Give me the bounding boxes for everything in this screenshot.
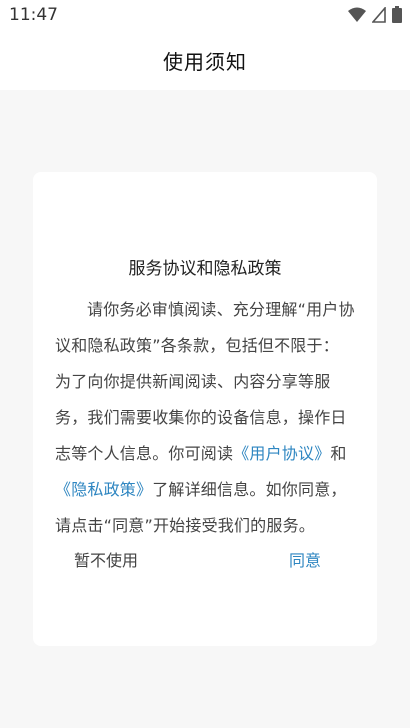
- status-bar: 11:47: [0, 0, 410, 30]
- status-time: 11:47: [9, 5, 58, 25]
- dialog-title: 服务协议和隐私政策: [128, 259, 282, 279]
- user-agreement-link[interactable]: 《用户协议》: [233, 444, 330, 463]
- dialog-body: 请你务必审慎阅读、充分理解“用户协议和隐私政策”各条款，包括但不限于：为了向你提…: [55, 292, 355, 544]
- decline-button[interactable]: 暂不使用: [74, 547, 138, 571]
- battery-icon: [392, 6, 402, 27]
- wifi-icon: [348, 7, 366, 27]
- app-bar: 使用须知: [0, 30, 410, 90]
- body-text-part1: 请你务必审慎阅读、充分理解“用户协议和隐私政策”各条款，包括但不限于：为了向你提…: [55, 300, 355, 463]
- status-icons: [348, 5, 402, 27]
- page-title: 使用须知: [163, 49, 247, 74]
- agree-button[interactable]: 同意: [289, 547, 321, 571]
- privacy-policy-link[interactable]: 《隐私政策》: [55, 480, 152, 499]
- body-text-and: 和: [330, 444, 347, 463]
- signal-icon: [371, 5, 386, 27]
- agreement-dialog: 服务协议和隐私政策 请你务必审慎阅读、充分理解“用户协议和隐私政策”各条款，包括…: [33, 172, 377, 646]
